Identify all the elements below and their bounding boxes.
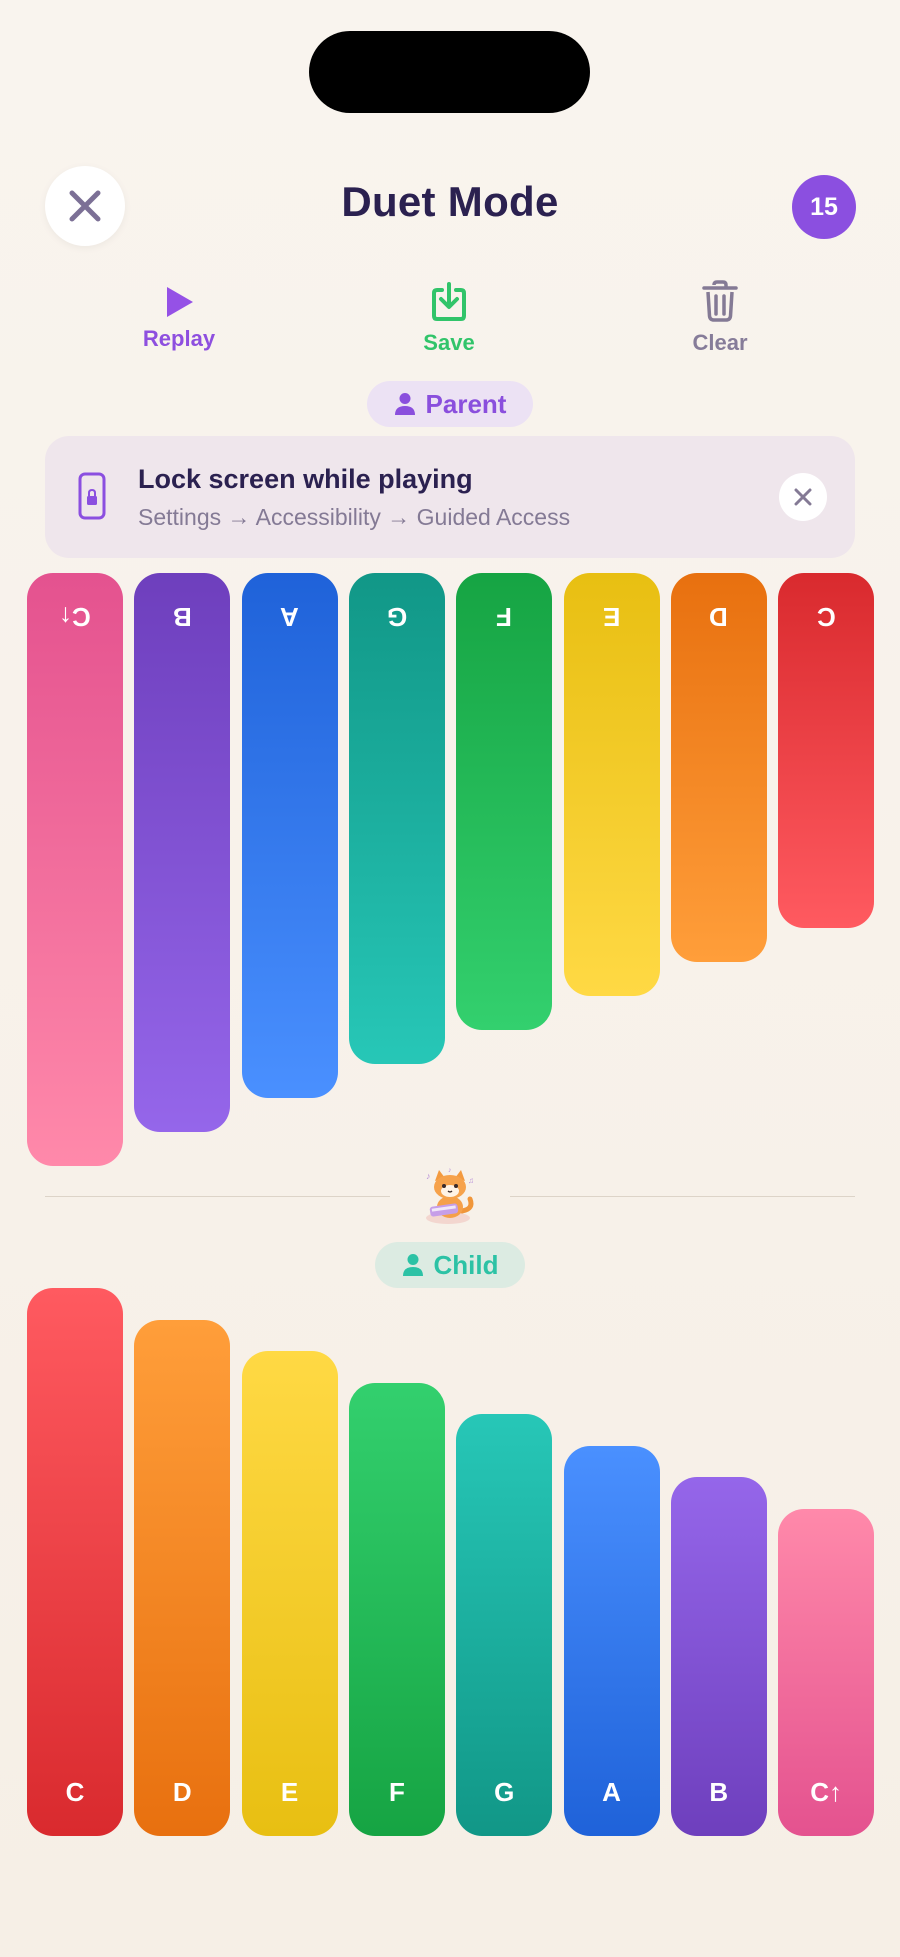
divider xyxy=(510,1196,855,1197)
replay-label: Replay xyxy=(142,326,216,351)
key-label: C xyxy=(816,602,836,632)
svg-text:♪: ♪ xyxy=(448,1167,452,1174)
parent-label: Parent xyxy=(425,388,507,419)
replay-button[interactable]: Replay xyxy=(99,276,259,352)
parent-key-c[interactable]: C xyxy=(778,573,875,928)
parent-key-a[interactable]: A xyxy=(241,573,338,1098)
key-label: A xyxy=(280,602,299,632)
person-icon xyxy=(394,393,415,415)
dismiss-banner-button[interactable] xyxy=(779,473,827,521)
key-label: G xyxy=(386,602,407,632)
parent-key-e[interactable]: E xyxy=(563,573,660,996)
key-label: B xyxy=(709,1777,729,1807)
parent-key-g[interactable]: G xyxy=(348,573,445,1064)
key-label: F xyxy=(496,602,513,632)
play-icon xyxy=(167,287,193,317)
key-label: A xyxy=(602,1777,621,1807)
child-badge: Child xyxy=(375,1242,525,1288)
key-label: B xyxy=(172,602,192,632)
trash-icon xyxy=(702,280,738,322)
key-label: C↑ xyxy=(59,602,91,632)
save-button[interactable]: Save xyxy=(369,276,529,356)
key-label: E xyxy=(280,1777,299,1807)
svg-text:♪: ♪ xyxy=(426,1171,431,1181)
key-label: D xyxy=(709,602,729,632)
count-badge: 15 xyxy=(792,175,856,239)
child-key-e[interactable]: E xyxy=(241,1351,338,1836)
cat-mascot-icon: ♪ ♫ ♪ xyxy=(426,1167,474,1224)
child-key-c[interactable]: C xyxy=(27,1288,123,1836)
person-icon xyxy=(402,1254,423,1276)
key-label: G xyxy=(494,1777,515,1807)
parent-key-b[interactable]: B xyxy=(134,573,231,1132)
parent-key-f[interactable]: F xyxy=(456,573,553,1030)
child-label: Child xyxy=(433,1249,499,1280)
close-icon xyxy=(794,488,812,506)
key-label: F xyxy=(388,1777,405,1807)
parent-key-c-up[interactable]: C↑ xyxy=(27,573,123,1166)
divider xyxy=(45,1196,390,1197)
clear-label: Clear xyxy=(692,330,748,355)
page-title: Duet Mode xyxy=(341,178,559,225)
key-label: D xyxy=(172,1777,192,1807)
lock-screen-banner: Lock screen while playing Settings → Acc… xyxy=(45,436,855,558)
child-key-c-up[interactable]: C↑ xyxy=(778,1508,875,1836)
lock-banner-title: Lock screen while playing xyxy=(138,464,473,494)
svg-text:♫: ♫ xyxy=(468,1176,474,1185)
child-key-a[interactable]: A xyxy=(563,1445,660,1836)
child-key-g[interactable]: G xyxy=(456,1414,553,1836)
phone-lock-icon xyxy=(78,472,106,520)
save-label: Save xyxy=(423,330,475,355)
child-key-b[interactable]: B xyxy=(670,1477,767,1836)
parent-badge: Parent xyxy=(367,381,533,427)
clear-button[interactable]: Clear xyxy=(640,276,800,356)
child-key-f[interactable]: F xyxy=(348,1382,445,1836)
dynamic-island xyxy=(309,31,590,113)
key-label: C↑ xyxy=(810,1777,842,1807)
lock-banner-subtitle: Settings → Accessibility → Guided Access xyxy=(138,504,571,530)
parent-key-d[interactable]: D xyxy=(670,573,767,962)
download-icon xyxy=(432,282,466,321)
key-label: C xyxy=(65,1777,85,1807)
key-label: E xyxy=(602,602,621,632)
child-key-d[interactable]: D xyxy=(134,1319,231,1836)
